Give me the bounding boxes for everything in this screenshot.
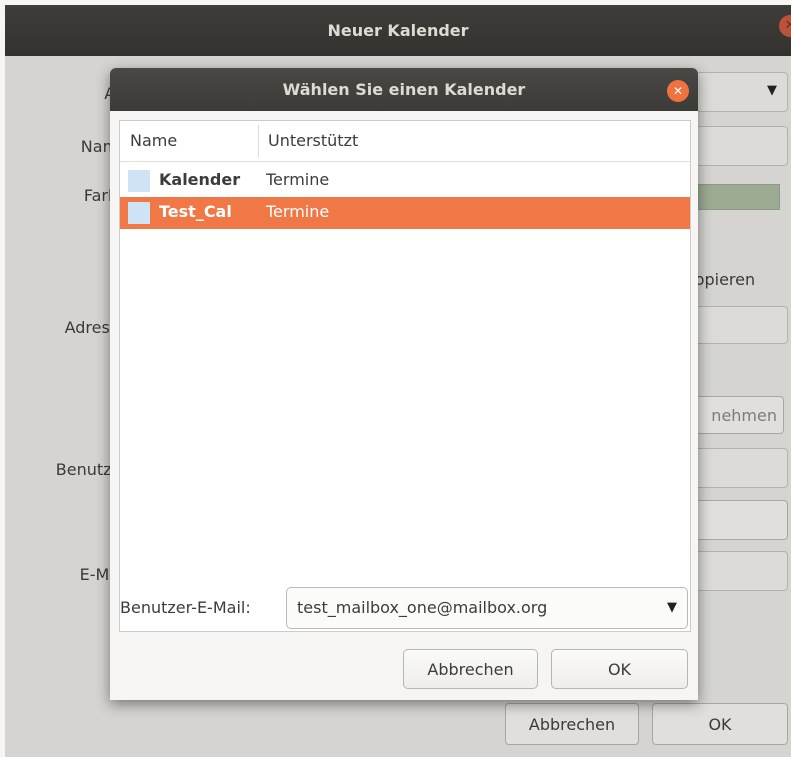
dialog-cancel-button[interactable]: Abbrechen	[403, 649, 538, 689]
main-ok-label: OK	[708, 714, 732, 734]
dialog-ok-button[interactable]: OK	[551, 649, 688, 689]
dialog-close-icon[interactable]: ✕	[667, 80, 689, 102]
dialog-ok-label: OK	[607, 659, 632, 679]
user-email-label: Benutzer-E-Mail:	[120, 598, 251, 617]
take-button-label: nehmen	[711, 405, 777, 425]
chevron-down-icon: ▼	[667, 600, 677, 615]
calendar-supported: Termine	[266, 202, 330, 221]
calendar-color-swatch	[128, 202, 150, 224]
column-header-name[interactable]: Name	[130, 131, 177, 150]
column-divider[interactable]	[258, 125, 259, 157]
column-header-supported[interactable]: Unterstützt	[268, 131, 358, 150]
user-email-value: test_mailbox_one@mailbox.org	[297, 598, 548, 617]
dialog-title: Wählen Sie einen Kalender	[282, 80, 526, 99]
calendar-picker-dialog: Wählen Sie einen Kalender ✕ Name Unterst…	[110, 68, 698, 700]
list-header: Name Unterstützt	[120, 121, 690, 162]
list-item-selected[interactable]: Test_Cal Termine	[120, 197, 690, 229]
calendar-supported: Termine	[266, 170, 330, 189]
list-item[interactable]: Kalender Termine	[120, 165, 690, 197]
main-cancel-label: Abbrechen	[528, 714, 616, 734]
dialog-titlebar: Wählen Sie einen Kalender	[110, 68, 698, 111]
main-window-title: Neuer Kalender	[327, 21, 469, 40]
main-cancel-button[interactable]: Abbrechen	[505, 703, 639, 745]
calendar-list[interactable]: Name Unterstützt Kalender Termine Test_C…	[119, 120, 691, 632]
calendar-name: Kalender	[159, 170, 241, 189]
main-ok-button[interactable]: OK	[652, 703, 788, 745]
chevron-down-icon: ▼	[767, 83, 777, 98]
dialog-cancel-label: Abbrechen	[427, 659, 514, 679]
user-email-combobox[interactable]: test_mailbox_one@mailbox.org ▼	[286, 587, 688, 629]
main-window-titlebar: Neuer Kalender	[5, 5, 791, 56]
calendar-name: Test_Cal	[159, 202, 232, 221]
calendar-color-swatch	[128, 170, 150, 192]
